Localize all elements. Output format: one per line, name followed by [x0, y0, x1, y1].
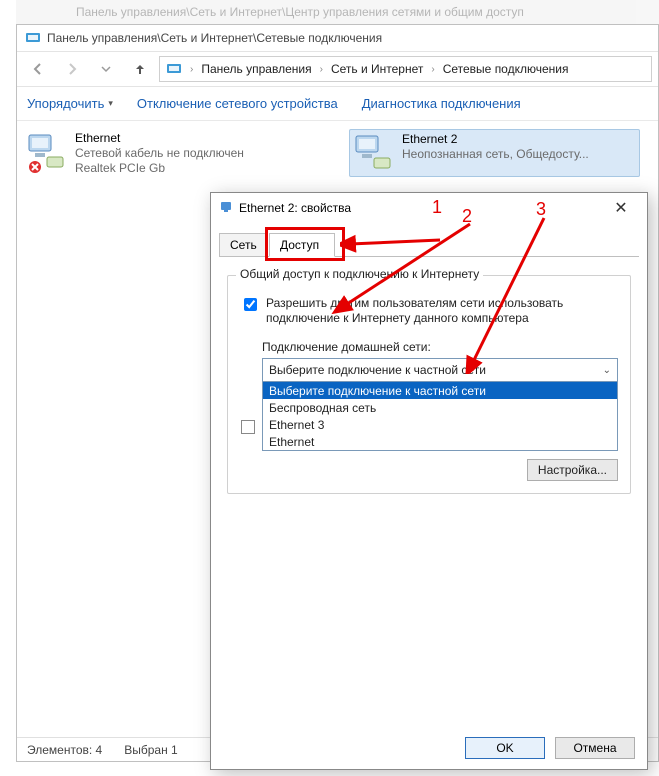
combo-option[interactable]: Ethernet 3	[263, 416, 617, 433]
diagnose-button[interactable]: Диагностика подключения	[362, 96, 521, 111]
connection-name: Ethernet 2	[402, 132, 589, 147]
tab-network[interactable]: Сеть	[219, 233, 267, 257]
window-title: Панель управления\Сеть и Интернет\Сетевы…	[47, 31, 382, 45]
window-icon	[25, 30, 41, 46]
dialog-body: Общий доступ к подключению к Интернету Р…	[211, 257, 647, 494]
tab-sharing[interactable]: Доступ	[269, 233, 335, 257]
disable-device-button[interactable]: Отключение сетевого устройства	[137, 96, 338, 111]
recent-dropdown[interactable]	[91, 55, 121, 83]
combo-dropdown-list: Выберите подключение к частной сети Бесп…	[263, 381, 617, 450]
close-button[interactable]: ✕	[603, 195, 639, 221]
dialog-title: Ethernet 2: свойства	[239, 201, 351, 215]
breadcrumb-segment[interactable]: Панель управления	[195, 57, 317, 81]
allow-sharing-label: Разрешить другим пользователям сети испо…	[266, 296, 618, 326]
ics-group: Общий доступ к подключению к Интернету Р…	[227, 275, 631, 494]
combo-selected-value: Выберите подключение к частной сети	[269, 363, 486, 377]
up-button[interactable]	[125, 55, 155, 83]
home-network-combo[interactable]: Выберите подключение к частной сети ⌄ Вы…	[262, 358, 618, 451]
group-title: Общий доступ к подключению к Интернету	[236, 267, 483, 281]
connection-status: Неопознанная сеть, Общедосту...	[402, 147, 589, 162]
chevron-down-icon: ⌄	[603, 365, 611, 376]
combo-option[interactable]: Выберите подключение к частной сети	[263, 382, 617, 399]
home-network-label: Подключение домашней сети:	[262, 340, 618, 354]
titlebar: Панель управления\Сеть и Интернет\Сетевы…	[17, 25, 658, 51]
background-window-fragment: Панель управления\Сеть и Интернет\Центр …	[16, 0, 659, 24]
connection-item[interactable]: Ethernet Сетевой кабель не подключен Rea…	[25, 131, 244, 176]
network-adapter-icon	[25, 131, 67, 173]
dialog-titlebar: Ethernet 2: свойства ✕	[211, 193, 647, 223]
tab-strip: Сеть Доступ	[219, 229, 639, 257]
ethernet-properties-dialog: Ethernet 2: свойства ✕ Сеть Доступ Общий…	[210, 192, 648, 770]
connection-name: Ethernet	[75, 131, 244, 146]
chevron-right-icon: ›	[188, 64, 195, 75]
chevron-right-icon: ›	[318, 64, 325, 75]
connection-item-selected[interactable]: Ethernet 2 Неопознанная сеть, Общедосту.…	[349, 129, 640, 177]
connection-device: Realtek PCIe Gb	[75, 161, 244, 176]
breadcrumb-segment[interactable]: Сеть и Интернет	[325, 57, 429, 81]
cancel-button[interactable]: Отмена	[555, 737, 635, 759]
breadcrumb-segment[interactable]: Сетевые подключения	[437, 57, 575, 81]
adapter-icon	[219, 200, 233, 217]
chevron-right-icon: ›	[429, 64, 436, 75]
dialog-footer: OK Отмена	[465, 737, 635, 759]
forward-button[interactable]	[57, 55, 87, 83]
back-button[interactable]	[23, 55, 53, 83]
organize-menu[interactable]: Упорядочить▾	[27, 96, 113, 111]
status-items-count: Элементов: 4	[27, 743, 102, 757]
address-bar[interactable]: › Панель управления › Сеть и Интернет › …	[159, 56, 652, 82]
settings-button[interactable]: Настройка...	[527, 459, 618, 481]
chevron-down-icon: ▾	[108, 98, 113, 109]
nav-row: › Панель управления › Сеть и Интернет › …	[17, 51, 658, 87]
connection-status: Сетевой кабель не подключен	[75, 146, 244, 161]
status-selected-count: Выбран 1	[124, 743, 177, 757]
combo-option[interactable]: Беспроводная сеть	[263, 399, 617, 416]
allow-sharing-checkbox[interactable]	[244, 298, 257, 311]
network-adapter-icon	[352, 132, 394, 174]
combo-option[interactable]: Ethernet	[263, 433, 617, 450]
address-icon	[160, 57, 188, 81]
allow-control-checkbox[interactable]	[241, 420, 255, 434]
ok-button[interactable]: OK	[465, 737, 545, 759]
command-bar: Упорядочить▾ Отключение сетевого устройс…	[17, 87, 658, 121]
